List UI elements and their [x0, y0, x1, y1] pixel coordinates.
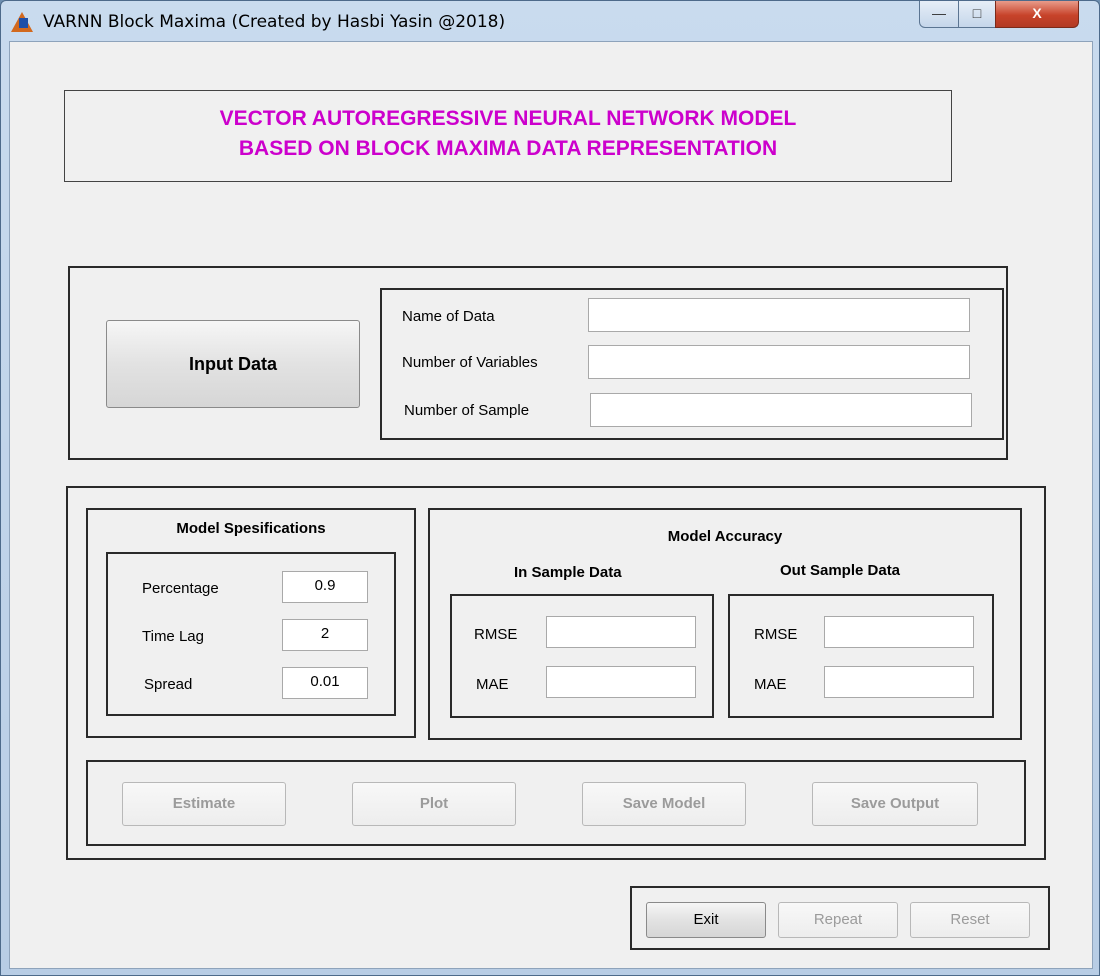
out-mae-field[interactable]: [824, 666, 974, 698]
input-panel: Input Data Name of Data Number of Variab…: [68, 266, 1008, 460]
maximize-button[interactable]: □: [958, 1, 996, 28]
out-sample-panel: RMSE MAE: [728, 594, 994, 718]
save-output-button[interactable]: Save Output: [812, 782, 978, 826]
out-rmse-field[interactable]: [824, 616, 974, 648]
specifications-inner-panel: Percentage 0.9 Time Lag 2 Spread 0.01: [106, 552, 396, 716]
matlab-logo-icon: [11, 12, 33, 32]
model-specifications-title: Model Spesifications: [176, 520, 326, 537]
in-rmse-field[interactable]: [546, 616, 696, 648]
percentage-label: Percentage: [142, 580, 219, 597]
header-panel: VECTOR AUTOREGRESSIVE NEURAL NETWORK MOD…: [64, 90, 952, 182]
time-lag-label: Time Lag: [142, 628, 204, 645]
figure-area: VECTOR AUTOREGRESSIVE NEURAL NETWORK MOD…: [9, 41, 1093, 969]
title-bar[interactable]: VARNN Block Maxima (Created by Hasbi Yas…: [1, 1, 1099, 41]
repeat-button[interactable]: Repeat: [778, 902, 898, 938]
number-of-variables-label: Number of Variables: [402, 354, 538, 371]
reset-button[interactable]: Reset: [910, 902, 1030, 938]
model-panel: Model Spesifications Percentage 0.9 Time…: [66, 486, 1046, 860]
out-sample-title: Out Sample Data: [780, 562, 901, 579]
plot-button[interactable]: Plot: [352, 782, 516, 826]
app-window: VARNN Block Maxima (Created by Hasbi Yas…: [0, 0, 1100, 976]
input-data-button[interactable]: Input Data: [106, 320, 360, 408]
estimate-button[interactable]: Estimate: [122, 782, 286, 826]
in-mae-label: MAE: [476, 676, 509, 693]
spread-label: Spread: [144, 676, 193, 693]
in-sample-title: In Sample Data: [514, 564, 622, 581]
spread-field[interactable]: 0.01: [282, 667, 368, 699]
number-of-sample-label: Number of Sample: [404, 402, 530, 419]
exit-button[interactable]: Exit: [646, 902, 766, 938]
in-rmse-label: RMSE: [474, 626, 518, 643]
name-of-data-field[interactable]: [588, 298, 970, 332]
name-of-data-label: Name of Data: [402, 308, 495, 325]
minimize-button[interactable]: —: [919, 1, 959, 28]
number-of-variables-field[interactable]: [588, 345, 970, 379]
data-info-panel: Name of Data Number of Variables Number …: [380, 288, 1004, 440]
in-sample-panel: RMSE MAE: [450, 594, 714, 718]
in-mae-field[interactable]: [546, 666, 696, 698]
actions-panel: Estimate Plot Save Model Save Output: [86, 760, 1026, 846]
save-model-button[interactable]: Save Model: [582, 782, 746, 826]
header-title-line1: VECTOR AUTOREGRESSIVE NEURAL NETWORK MOD…: [219, 107, 797, 130]
percentage-field[interactable]: 0.9: [282, 571, 368, 603]
header-title-line2: BASED ON BLOCK MAXIMA DATA REPRESENTATIO…: [238, 137, 778, 160]
model-specifications-panel: Model Spesifications Percentage 0.9 Time…: [86, 508, 416, 738]
out-rmse-label: RMSE: [754, 626, 798, 643]
model-accuracy-title: Model Accuracy: [667, 528, 783, 545]
close-button[interactable]: X: [995, 1, 1079, 28]
out-mae-label: MAE: [754, 676, 787, 693]
model-accuracy-panel: Model Accuracy In Sample Data Out Sample…: [428, 508, 1022, 740]
window-title: VARNN Block Maxima (Created by Hasbi Yas…: [43, 12, 506, 32]
number-of-sample-field[interactable]: [590, 393, 972, 427]
footer-panel: Exit Repeat Reset: [630, 886, 1050, 950]
time-lag-field[interactable]: 2: [282, 619, 368, 651]
